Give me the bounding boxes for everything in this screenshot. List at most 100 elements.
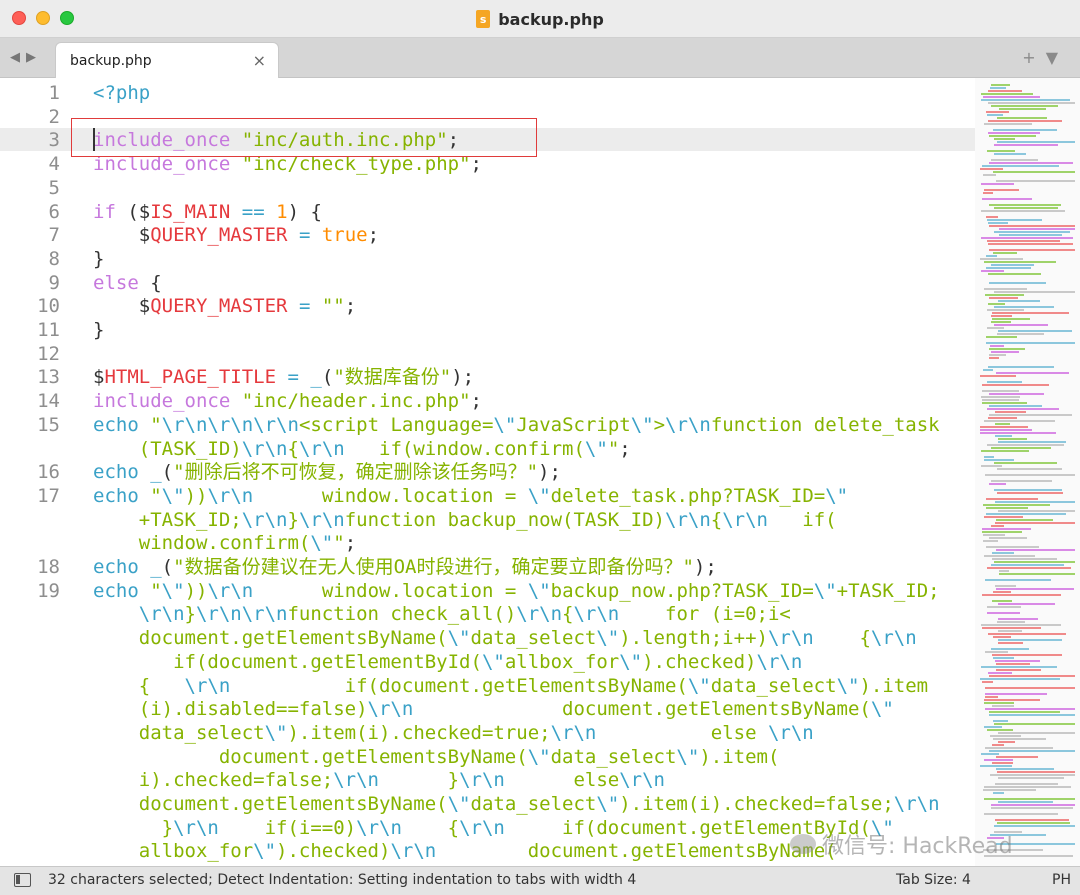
code-token: \r\n — [516, 603, 563, 626]
new-tab-icon[interactable]: + — [1022, 48, 1045, 67]
sidebar-toggle-icon[interactable] — [14, 873, 31, 887]
minimap-line — [996, 669, 1041, 671]
code-token: data_select — [93, 721, 265, 744]
minimap-line — [998, 441, 1066, 443]
tab-menu-icon[interactable]: ▼ — [1046, 48, 1068, 67]
minimap-line — [981, 183, 1014, 185]
code-token: <script Language= — [298, 413, 494, 436]
code-token: if(document.getElementById( — [93, 650, 482, 673]
code-token: { — [287, 437, 299, 460]
chevron-left-icon[interactable]: ◀ — [10, 50, 26, 65]
minimap-line — [988, 132, 1040, 134]
minimap-line — [988, 90, 1022, 92]
minimap-line — [998, 618, 1038, 620]
syntax-selector[interactable]: PH — [1052, 872, 1071, 888]
minimap-line — [998, 438, 1027, 440]
minimap-line — [997, 822, 1070, 824]
code-token: \r\n — [367, 698, 414, 721]
minimap-line — [997, 141, 1075, 143]
code-token: \r\n — [459, 816, 505, 839]
minimap-line — [989, 393, 1044, 395]
code-token: ( — [161, 556, 174, 578]
code-token: \" — [481, 650, 505, 673]
code-token: <?php — [93, 82, 151, 104]
minimap-line — [989, 414, 1072, 416]
code-token: \" — [527, 579, 551, 602]
minimap-line — [991, 525, 1004, 527]
minimap-line — [980, 765, 1012, 767]
minimap-line — [989, 750, 1075, 752]
wechat-icon — [790, 834, 816, 854]
selection-highlight-box — [71, 118, 537, 157]
code-token: \r\n — [619, 769, 665, 792]
minimap-line — [991, 807, 1073, 809]
minimap-line — [983, 369, 993, 371]
minimap-line — [995, 501, 1075, 503]
line-code: }\r\n if(i==0)\r\n {\r\n if(document.get… — [93, 817, 894, 841]
minimap-line — [980, 258, 1023, 260]
tab-backup-php[interactable]: backup.php × — [55, 42, 279, 78]
minimap-line — [992, 654, 1062, 656]
minimap[interactable] — [975, 78, 1080, 866]
minimap-line — [984, 702, 1014, 704]
code-token: \" — [619, 650, 643, 673]
code-token: function backup_now(TASK_ID) — [344, 508, 665, 531]
minimap-line — [991, 480, 1052, 482]
minimap-line — [986, 507, 1028, 509]
line-number: 16 — [37, 461, 60, 484]
minimap-line — [989, 162, 1073, 164]
code-token: ); — [538, 461, 561, 484]
minimap-line — [987, 612, 1020, 614]
minimap-line — [988, 243, 1073, 245]
minimap-line — [998, 741, 1015, 743]
minimap-line — [989, 204, 1061, 206]
close-icon[interactable]: × — [253, 51, 266, 70]
code-token: include_once — [93, 390, 231, 413]
minimap-line — [980, 168, 1003, 170]
minimap-line — [990, 87, 1006, 89]
minimap-line — [998, 603, 1055, 605]
line-code: document.getElementsByName(\"data_select… — [93, 746, 780, 770]
minimap-line — [987, 606, 1021, 608]
line-number: 13 — [37, 366, 60, 389]
code-token: = — [298, 224, 311, 247]
minimap-line — [985, 651, 1008, 653]
code-token: document.getElementsByName( — [93, 627, 448, 650]
code-token: ).item(i).checked=false; — [619, 793, 894, 815]
minimap-line — [988, 672, 1012, 674]
minimap-line — [999, 573, 1075, 575]
line-number: 11 — [37, 319, 60, 341]
tab-nav-arrows[interactable]: ◀▶ — [10, 50, 42, 65]
chevron-right-icon[interactable]: ▶ — [26, 50, 42, 65]
minimap-line — [989, 225, 1075, 227]
minimap-line — [991, 315, 1012, 317]
minimap-line — [986, 342, 1075, 344]
minimap-line — [993, 129, 1057, 131]
code-token: ( — [321, 366, 334, 389]
code-editor[interactable]: 1 <?php 2 3 include_once "inc/auth.inc.php";… — [0, 78, 1080, 866]
line-number: 15 — [37, 413, 60, 436]
code-token: window.location = — [253, 579, 528, 602]
code-token: > — [653, 413, 666, 436]
minimap-line — [981, 270, 1004, 272]
minimap-line — [988, 417, 1017, 419]
minimap-line — [988, 273, 1041, 275]
code-token: \" — [493, 413, 517, 436]
minimap-line — [992, 600, 1012, 602]
minimap-line — [992, 762, 1013, 764]
minimap-line — [981, 99, 1070, 101]
tab-size-selector[interactable]: Tab Size: 4 — [896, 872, 971, 888]
code-token: )) — [184, 484, 208, 507]
title-bar: s backup.php — [0, 0, 1080, 38]
minimap-line — [989, 354, 1006, 356]
line-code: if(document.getElementById(\"allbox_for\… — [93, 651, 802, 675]
minimap-line — [997, 492, 1063, 494]
line-number: 18 — [37, 556, 60, 578]
minimap-line — [994, 489, 1062, 491]
minimap-line — [982, 627, 1041, 629]
minimap-line — [984, 726, 1002, 728]
minimap-line — [993, 171, 1075, 173]
